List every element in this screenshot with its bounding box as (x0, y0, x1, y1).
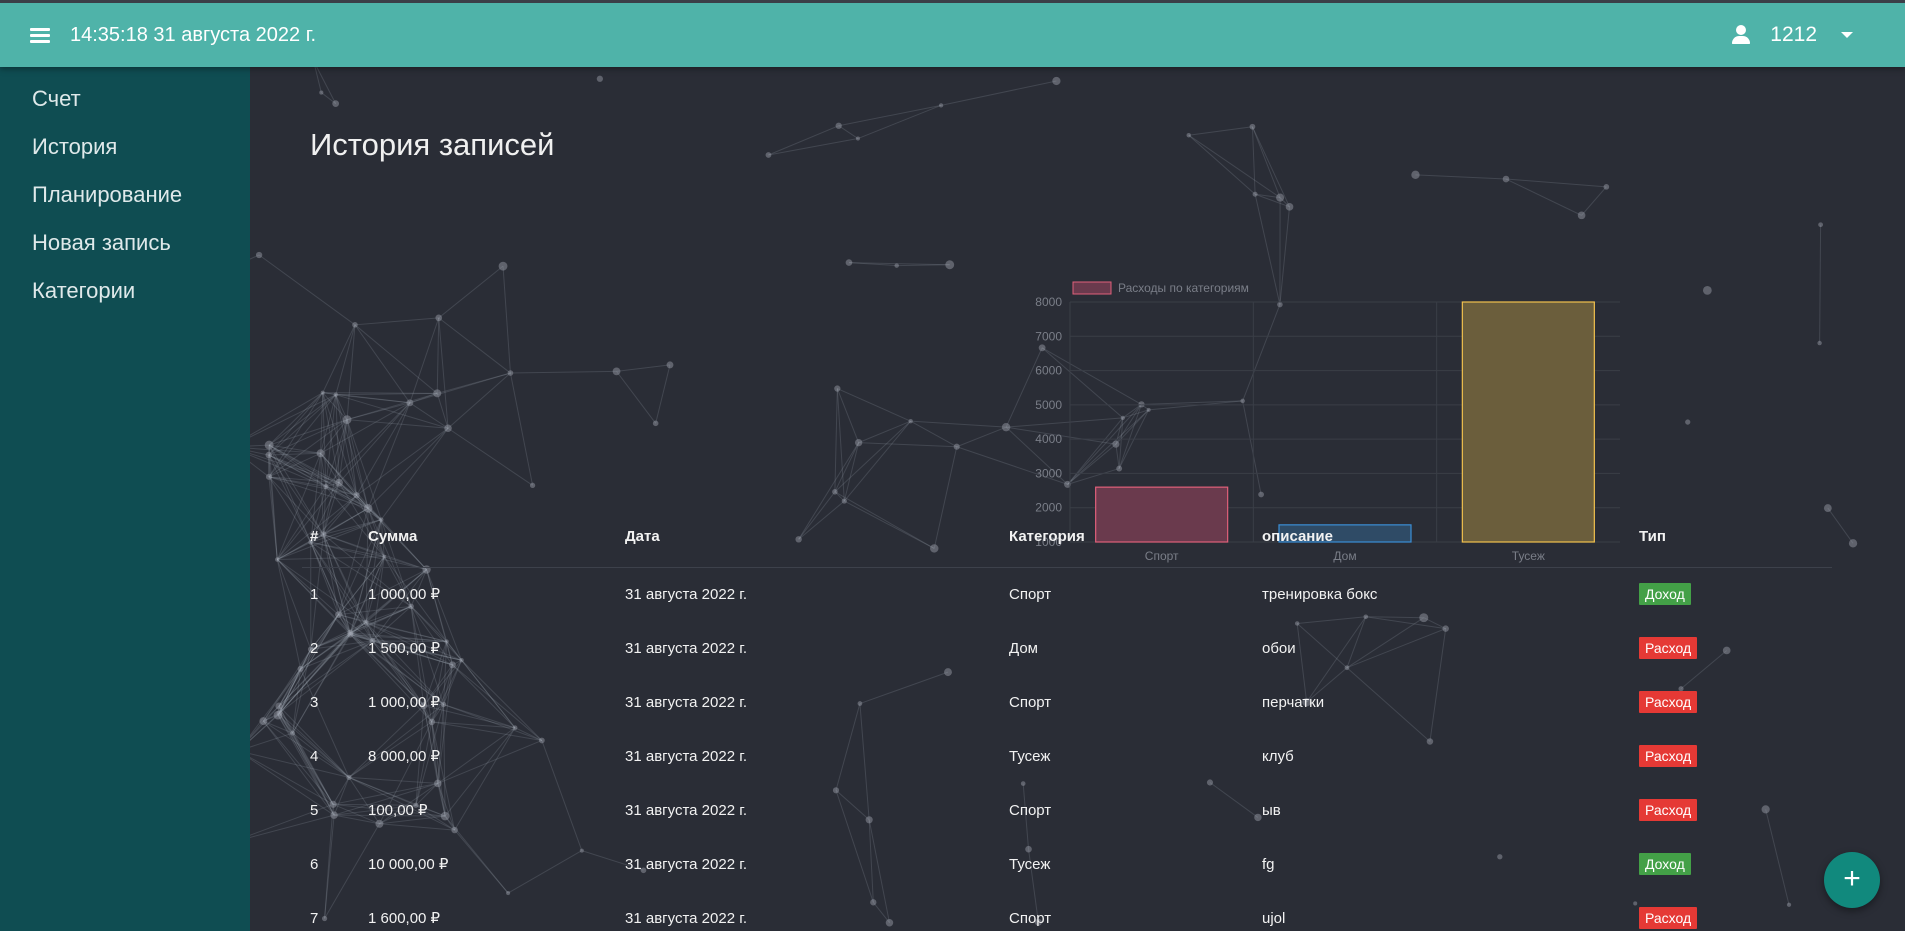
row-description: перчатки (1262, 693, 1325, 711)
type-badge: Расход (1639, 745, 1698, 767)
row-type: Расход (1631, 621, 1832, 675)
sidebar: Счет История Планирование Новая запись К… (0, 67, 250, 931)
type-badge: Расход (1639, 907, 1698, 929)
row-number: 3 (310, 693, 319, 711)
column-header-amount: Сумма (360, 507, 617, 568)
legend-swatch (1072, 281, 1112, 295)
row-type: Расход (1631, 729, 1832, 783)
row-date: 31 августа 2022 г. (625, 855, 748, 873)
row-description: клуб (1262, 747, 1294, 765)
sidebar-item-account[interactable]: Счет (0, 79, 250, 127)
table-row: 6 10 000,00 ₽ 31 августа 2022 г. Тусеж fg Дох… (302, 837, 1832, 891)
user-icon (1730, 24, 1752, 46)
legend-label: Расходы по категориям (1118, 281, 1249, 295)
table-row: 5 100,00 ₽ 31 августа 2022 г. Спорт ыв Расход (302, 783, 1832, 837)
row-number: 7 (310, 909, 319, 927)
row-number: 5 (310, 801, 319, 819)
row-category: Дом (1009, 639, 1038, 657)
row-amount: 1 500,00 ₽ (368, 640, 441, 657)
row-date: 31 августа 2022 г. (625, 909, 748, 927)
plus-icon: + (1843, 862, 1861, 895)
row-amount: 10 000,00 ₽ (368, 856, 449, 873)
menu-icon[interactable] (28, 25, 54, 45)
table-row: 3 1 000,00 ₽ 31 августа 2022 г. Спорт перчат… (302, 675, 1832, 729)
row-category: Тусеж (1009, 747, 1051, 765)
row-amount: 1 000,00 ₽ (368, 586, 441, 604)
row-type: Доход (1631, 567, 1832, 621)
column-header-category: Категория (1001, 507, 1254, 568)
row-date: 31 августа 2022 г. (625, 639, 748, 657)
table-row: 4 8 000,00 ₽ 31 августа 2022 г. Тусеж клуб Ра… (302, 729, 1832, 783)
y-tick-label: 7000 (1035, 329, 1062, 343)
column-header-date: Дата (617, 507, 1001, 568)
row-date: 31 августа 2022 г. (625, 693, 748, 711)
sidebar-item-new-record[interactable]: Новая запись (0, 223, 250, 271)
row-amount: 8 000,00 ₽ (368, 748, 441, 765)
user-dropdown[interactable]: 1212 (1730, 3, 1853, 67)
chart-bar (1461, 301, 1595, 543)
type-badge: Доход (1639, 853, 1691, 875)
column-header-description: описание (1254, 507, 1631, 568)
page-title: История записей (310, 127, 555, 162)
row-number: 6 (310, 855, 319, 873)
column-header-number: # (302, 507, 360, 568)
row-date: 31 августа 2022 г. (625, 747, 748, 765)
row-category: Спорт (1009, 693, 1052, 711)
row-category: Спорт (1009, 801, 1052, 819)
main-content: История записей Расходы по категориям 100… (250, 67, 1905, 931)
row-description: обои (1262, 639, 1296, 657)
row-description: тренировка бокс (1262, 585, 1378, 603)
y-tick-label: 4000 (1035, 432, 1062, 446)
row-date: 31 августа 2022 г. (625, 801, 748, 819)
sidebar-item-categories[interactable]: Категории (0, 271, 250, 319)
type-badge: Расход (1639, 799, 1698, 821)
column-header-type: Тип (1631, 507, 1832, 568)
row-category: Спорт (1009, 909, 1052, 927)
row-amount: 1 600,00 ₽ (368, 910, 441, 927)
row-category: Спорт (1009, 585, 1052, 603)
type-badge: Доход (1639, 583, 1691, 606)
row-category: Тусеж (1009, 855, 1051, 873)
y-tick-label: 5000 (1035, 398, 1062, 412)
row-description: fg (1262, 855, 1275, 873)
header-datetime: 14:35:18 31 августа 2022 г. (70, 23, 317, 46)
top-navbar: 14:35:18 31 августа 2022 г. 1212 (0, 0, 1905, 67)
table-row: 1 1 000,00 ₽ 31 августа 2022 г. Спорт тренир… (302, 567, 1832, 621)
chevron-down-icon (1841, 32, 1853, 38)
row-type: Доход (1631, 837, 1832, 891)
y-tick-label: 8000 (1035, 295, 1062, 309)
sidebar-item-history[interactable]: История (0, 127, 250, 175)
add-record-button[interactable]: + (1824, 852, 1880, 908)
sidebar-item-planning[interactable]: Планирование (0, 175, 250, 223)
row-description: ыв (1262, 801, 1281, 819)
table-row: 2 1 500,00 ₽ 31 августа 2022 г. Дом обои Расх… (302, 621, 1832, 675)
records-table: # Сумма Дата Категория описание Тип 1 1 0… (302, 507, 1832, 931)
row-type: Расход (1631, 891, 1832, 931)
row-number: 4 (310, 747, 319, 765)
y-tick-label: 6000 (1035, 364, 1062, 378)
table-header-row: # Сумма Дата Категория описание Тип (302, 507, 1832, 568)
type-badge: Расход (1639, 637, 1698, 659)
row-number: 2 (310, 639, 319, 657)
row-amount: 1 000,00 ₽ (368, 694, 441, 711)
table-row: 7 1 600,00 ₽ 31 августа 2022 г. Спорт ujol Ра… (302, 891, 1832, 931)
row-number: 1 (310, 585, 319, 603)
row-type: Расход (1631, 783, 1832, 837)
user-name: 1212 (1770, 23, 1817, 46)
row-date: 31 августа 2022 г. (625, 585, 748, 603)
row-amount: 100,00 ₽ (368, 802, 428, 819)
type-badge: Расход (1639, 691, 1698, 713)
y-tick-label: 3000 (1035, 466, 1062, 480)
row-description: ujol (1262, 909, 1286, 927)
row-type: Расход (1631, 675, 1832, 729)
